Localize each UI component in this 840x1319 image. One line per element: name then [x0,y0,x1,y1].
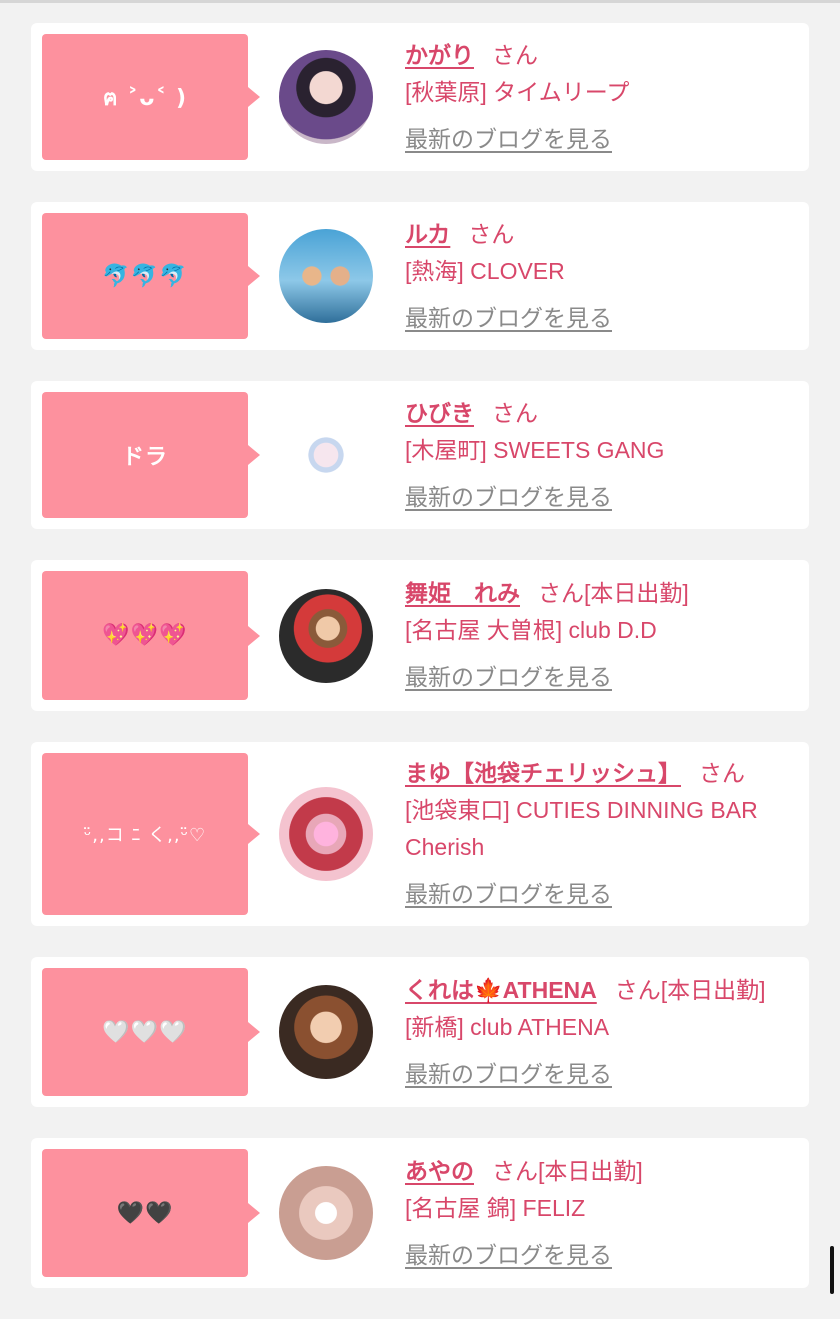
list-item: ฅ ˃ᴗ˂ ) かがり さん [秋葉原] タイムリープ 最新のブログを見る [31,23,809,171]
name-suffix: さん [492,1157,538,1184]
cast-name-link[interactable]: ルカ [405,221,450,247]
shop-label: [木屋町] SWEETS GANG [405,436,665,463]
cast-info: あやの さん[本日出勤] [名古屋 錦] FELIZ 最新のブログを見る [405,1141,653,1286]
list-item: 🐬🐬🐬 ルカ さん [熱海] CLOVER 最新のブログを見る [31,202,809,350]
avatar[interactable] [279,50,373,144]
shop-label: [名古屋 錦] FELIZ [405,1194,586,1221]
status-badge: [本日出勤] [660,976,766,1003]
cast-name-link[interactable]: 舞姫 れみ [405,580,520,606]
comment-bubble: 💖💖💖 [42,571,260,700]
latest-blog-link[interactable]: 最新のブログを見る [405,479,612,516]
status-badge: [本日出勤] [538,1157,643,1184]
latest-blog-link[interactable]: 最新のブログを見る [405,121,612,158]
cast-name-link[interactable]: かがり [405,42,474,68]
name-suffix: さん [468,220,515,247]
list-item: 🖤🖤 あやの さん[本日出勤] [名古屋 錦] FELIZ 最新のブログを見る [31,1138,809,1288]
blog-list: ฅ ˃ᴗ˂ ) かがり さん [秋葉原] タイムリープ 最新のブログを見る 🐬🐬🐬… [31,23,809,1319]
shop-label: [熱海] CLOVER [405,257,565,284]
name-suffix: さん [538,580,584,606]
latest-blog-link[interactable]: 最新のブログを見る [405,1056,612,1093]
name-suffix: さん [492,41,538,68]
avatar[interactable] [279,787,373,881]
comment-bubble: 🤍🤍🤍 [42,968,260,1096]
scrollbar[interactable] [830,1246,834,1294]
shop-label: [名古屋 大曽根] club D.D [405,617,657,643]
cast-name-link[interactable]: あやの [405,1158,474,1184]
comment-bubble: ᵕ̈,,コ ﾆ く,,ᵕ̈♡ [42,753,260,915]
cast-info: まゆ【池袋チェリッシュ】 さん [池袋東口] CUTIES DINNING BAR… [405,743,809,925]
latest-blog-link[interactable]: 最新のブログを見る [405,876,612,913]
comment-bubble: 🖤🖤 [42,1149,260,1277]
avatar[interactable] [279,588,373,683]
comment-bubble: ドラ [42,392,260,518]
cast-name-link[interactable]: まゆ【池袋チェリッシュ】 [405,760,681,786]
avatar[interactable] [279,1166,373,1260]
cast-info: ひびき さん [木屋町] SWEETS GANG 最新のブログを見る [405,383,674,528]
list-item: ᵕ̈,,コ ﾆ く,,ᵕ̈♡ まゆ【池袋チェリッシュ】 さん [池袋東口] CUT… [31,742,809,926]
name-suffix: さん [699,760,745,786]
name-suffix: さん [614,976,661,1003]
cast-name-link[interactable]: ひびき [405,400,474,426]
avatar[interactable] [279,985,373,1079]
cast-info: 舞姫 れみ さん[本日出勤] [名古屋 大曽根] club D.D 最新のブログを… [405,563,699,708]
latest-blog-link[interactable]: 最新のブログを見る [405,659,612,696]
cast-info: くれは🍁ATHENA さん[本日出勤] [新橋] club ATHENA 最新のブ… [405,960,776,1105]
comment-bubble: 🐬🐬🐬 [42,213,260,339]
avatar[interactable] [279,229,373,323]
list-item: ドラ ひびき さん [木屋町] SWEETS GANG 最新のブログを見る [31,381,809,529]
cast-info: ルカ さん [熱海] CLOVER 最新のブログを見る [405,204,622,349]
cast-name-link[interactable]: くれは🍁ATHENA [405,977,597,1003]
shop-label: [秋葉原] タイムリープ [405,78,630,105]
latest-blog-link[interactable]: 最新のブログを見る [405,1237,612,1274]
avatar[interactable] [279,408,373,502]
list-item: 💖💖💖 舞姫 れみ さん[本日出勤] [名古屋 大曽根] club D.D 最新の… [31,560,809,711]
name-suffix: さん [492,399,538,426]
shop-label: [新橋] club ATHENA [405,1013,610,1040]
shop-label: [池袋東口] CUTIES DINNING BAR Cherish [405,797,758,860]
cast-info: かがり さん [秋葉原] タイムリープ 最新のブログを見る [405,25,639,170]
latest-blog-link[interactable]: 最新のブログを見る [405,300,612,337]
comment-bubble: ฅ ˃ᴗ˂ ) [42,34,260,160]
list-item: 🤍🤍🤍 くれは🍁ATHENA さん[本日出勤] [新橋] club ATHENA … [31,957,809,1107]
status-badge: [本日出勤] [584,580,689,606]
top-divider [0,0,840,3]
